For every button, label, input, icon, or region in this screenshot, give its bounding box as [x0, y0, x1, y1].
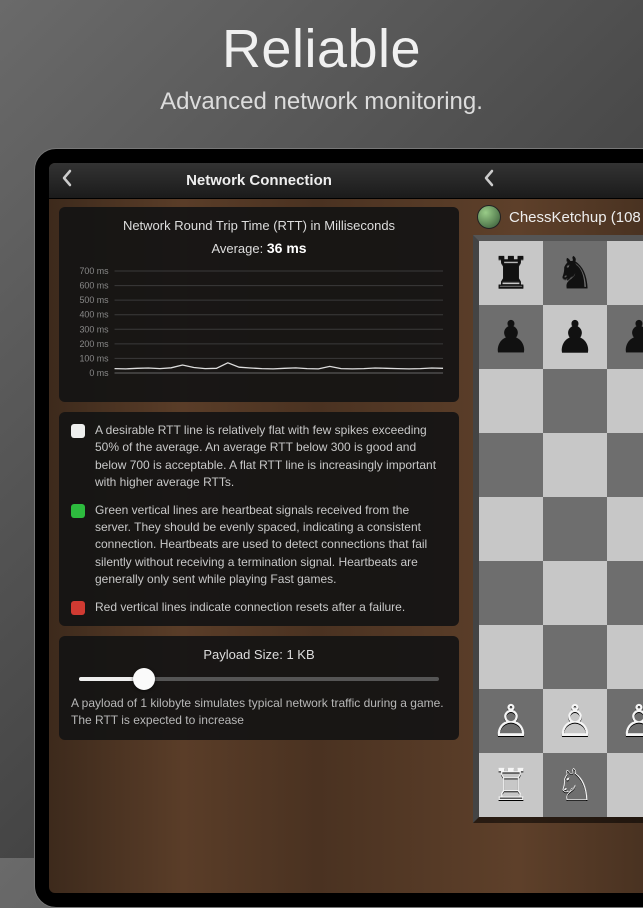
board-square[interactable]	[543, 625, 607, 689]
promo-subtitle: Advanced network monitoring.	[0, 88, 643, 116]
tablet-frame: Network Connection Network Round Trip Ti…	[34, 148, 643, 908]
board-square[interactable]: ♙	[543, 689, 607, 753]
chess-piece[interactable]: ♞	[555, 248, 594, 299]
rtt-chart-card: Network Round Trip Time (RTT) in Millise…	[59, 207, 459, 402]
board-square[interactable]	[543, 369, 607, 433]
chess-piece[interactable]: ♟	[555, 312, 594, 363]
white-swatch-icon	[71, 424, 85, 438]
board-square[interactable]	[479, 497, 543, 561]
chart-average: Average: 36 ms	[71, 238, 447, 259]
board-square[interactable]	[543, 497, 607, 561]
board-square[interactable]	[479, 369, 543, 433]
board-square[interactable]	[479, 625, 543, 689]
opponent-bar: ChessKetchup (108	[469, 199, 643, 235]
slider-thumb[interactable]	[133, 668, 155, 690]
chess-piece[interactable]: ♙	[491, 696, 530, 747]
chess-piece[interactable]: ♘	[555, 760, 594, 811]
left-pane-title: Network Connection	[49, 172, 469, 189]
promo-title: Reliable	[0, 0, 643, 80]
network-connection-pane: Network Connection Network Round Trip Ti…	[49, 163, 469, 893]
payload-description: A payload of 1 kilobyte simulates typica…	[71, 695, 447, 730]
board-square[interactable]: ♟	[479, 305, 543, 369]
svg-text:500 ms: 500 ms	[79, 295, 109, 305]
svg-text:100 ms: 100 ms	[79, 353, 109, 363]
board-square[interactable]: ♘	[543, 753, 607, 817]
chess-piece[interactable]: ♟	[491, 312, 530, 363]
board-square[interactable]	[543, 561, 607, 625]
board-square[interactable]	[543, 433, 607, 497]
board-square[interactable]	[479, 433, 543, 497]
svg-text:300 ms: 300 ms	[79, 324, 109, 334]
board-square[interactable]: ♟	[607, 305, 643, 369]
game-back-button[interactable]	[477, 169, 501, 193]
board-square[interactable]	[607, 561, 643, 625]
board-square[interactable]	[607, 753, 643, 817]
board-square[interactable]	[607, 497, 643, 561]
board-square[interactable]	[479, 561, 543, 625]
red-swatch-icon	[71, 601, 85, 615]
chess-board[interactable]: ♜ ♞ ♟ ♟ ♟ ♙ ♙ ♙ ♖ ♘	[473, 235, 643, 823]
payload-header: Payload Size: 1 KB	[71, 646, 447, 665]
board-square[interactable]	[607, 241, 643, 305]
chess-piece[interactable]: ♟	[619, 312, 643, 363]
board-square[interactable]: ♟	[543, 305, 607, 369]
cards-container: Network Round Trip Time (RTT) in Millise…	[49, 199, 469, 750]
legend-row-red: Red vertical lines indicate connection r…	[71, 599, 447, 616]
payload-slider[interactable]	[79, 677, 439, 681]
chess-piece[interactable]: ♜	[491, 248, 530, 299]
svg-text:0 ms: 0 ms	[89, 368, 109, 378]
svg-text:600 ms: 600 ms	[79, 280, 109, 290]
board-square[interactable]: ♙	[479, 689, 543, 753]
game-pane: ChessKetchup (108 ♜ ♞ ♟ ♟ ♟ ♙ ♙ ♙ ♖ ♘	[469, 163, 643, 893]
app-screen: Network Connection Network Round Trip Ti…	[49, 163, 643, 893]
legend-text-green: Green vertical lines are heartbeat signa…	[95, 502, 447, 589]
green-swatch-icon	[71, 504, 85, 518]
legend-row-green: Green vertical lines are heartbeat signa…	[71, 502, 447, 589]
chess-piece[interactable]: ♙	[555, 696, 594, 747]
chart-average-value: 36 ms	[267, 240, 307, 256]
chart-average-label: Average:	[211, 241, 263, 256]
payload-card: Payload Size: 1 KB A payload of 1 kiloby…	[59, 636, 459, 740]
opponent-name: ChessKetchup (108	[509, 209, 641, 226]
board-square[interactable]	[607, 369, 643, 433]
left-titlebar: Network Connection	[49, 163, 469, 199]
legend-row-white: A desirable RTT line is relatively flat …	[71, 422, 447, 492]
legend-card: A desirable RTT line is relatively flat …	[59, 412, 459, 626]
board-square[interactable]: ♖	[479, 753, 543, 817]
opponent-avatar[interactable]	[477, 205, 501, 229]
right-titlebar	[469, 163, 643, 199]
board-square[interactable]: ♜	[479, 241, 543, 305]
chevron-left-icon	[483, 169, 495, 187]
legend-text-red: Red vertical lines indicate connection r…	[95, 599, 405, 616]
chess-piece[interactable]: ♙	[619, 696, 643, 747]
chart-title: Network Round Trip Time (RTT) in Millise…	[71, 217, 447, 236]
svg-text:200 ms: 200 ms	[79, 339, 109, 349]
board-square[interactable]: ♞	[543, 241, 607, 305]
board-square[interactable]	[607, 625, 643, 689]
svg-text:400 ms: 400 ms	[79, 309, 109, 319]
board-square[interactable]: ♙	[607, 689, 643, 753]
board-square[interactable]	[607, 433, 643, 497]
rtt-chart: 700 ms 600 ms 500 ms 400 ms 300 ms 200 ms 100 …	[71, 267, 447, 387]
legend-text-white: A desirable RTT line is relatively flat …	[95, 422, 447, 492]
chess-piece[interactable]: ♖	[491, 760, 530, 811]
svg-text:700 ms: 700 ms	[79, 267, 109, 276]
